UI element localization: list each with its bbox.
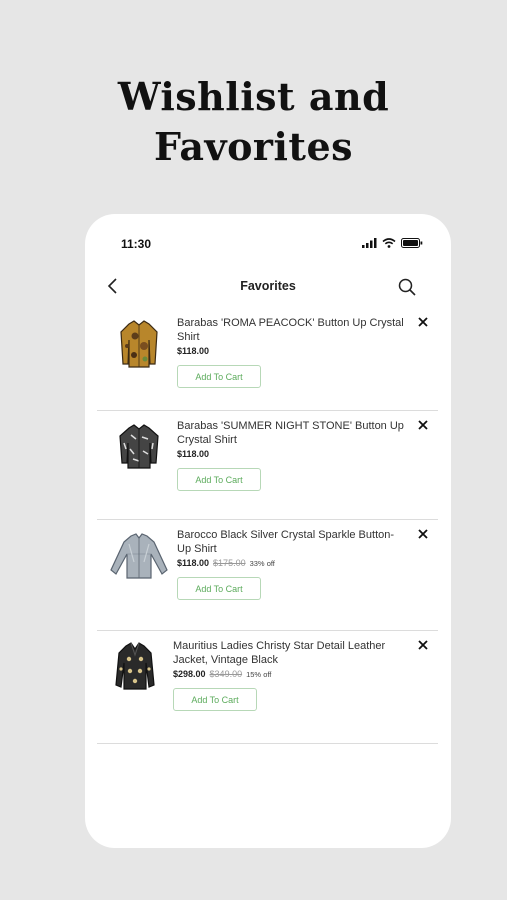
product-price: $118.00 bbox=[177, 346, 210, 356]
add-to-cart-button[interactable]: Add To Cart bbox=[177, 365, 261, 388]
product-image[interactable] bbox=[105, 419, 173, 475]
status-icons bbox=[362, 236, 423, 250]
product-price: $118.00 bbox=[177, 449, 210, 459]
add-to-cart-button[interactable]: Add To Cart bbox=[177, 577, 261, 600]
discount-badge: 33% off bbox=[249, 559, 275, 568]
shirt-image-icon bbox=[110, 533, 168, 579]
search-icon[interactable] bbox=[397, 277, 417, 297]
headline-line-1: Wishlist and bbox=[117, 74, 390, 119]
battery-icon bbox=[401, 238, 423, 248]
jacket-image-icon bbox=[115, 642, 155, 690]
favorite-item: Barabas 'SUMMER NIGHT STONE' Button Up C… bbox=[97, 411, 438, 520]
product-name[interactable]: Barabas 'SUMMER NIGHT STONE' Button Up C… bbox=[177, 419, 407, 447]
original-price: $349.00 bbox=[209, 669, 243, 679]
favorite-item: Barabas 'ROMA PEACOCK' Button Up Crystal… bbox=[97, 308, 438, 411]
cellular-signal-icon bbox=[362, 238, 377, 248]
product-image[interactable] bbox=[105, 528, 173, 584]
favorite-item: Mauritius Ladies Christy Star Detail Lea… bbox=[97, 631, 438, 744]
favorite-item: Barocco Black Silver Crystal Sparkle But… bbox=[97, 520, 438, 631]
remove-icon[interactable] bbox=[416, 527, 430, 541]
top-navigation-bar: Favorites bbox=[85, 274, 451, 300]
product-price: $298.00 bbox=[173, 669, 206, 679]
wifi-icon bbox=[382, 238, 396, 248]
remove-icon[interactable] bbox=[416, 638, 430, 652]
promo-headline: Wishlist and Favorites bbox=[0, 72, 507, 172]
remove-icon[interactable] bbox=[416, 315, 430, 329]
original-price: $175.00 bbox=[213, 558, 246, 568]
product-price: $118.00 bbox=[177, 558, 210, 568]
status-time: 11:30 bbox=[121, 237, 152, 251]
discount-badge: 15% off bbox=[246, 670, 272, 679]
status-bar: 11:30 bbox=[85, 214, 451, 274]
product-name[interactable]: Barabas 'ROMA PEACOCK' Button Up Crystal… bbox=[177, 316, 407, 344]
shirt-image-icon bbox=[119, 424, 159, 469]
shirt-image-icon bbox=[120, 320, 158, 368]
product-name[interactable]: Mauritius Ladies Christy Star Detail Lea… bbox=[173, 639, 403, 667]
product-name[interactable]: Barocco Black Silver Crystal Sparkle But… bbox=[177, 528, 407, 556]
add-to-cart-button[interactable]: Add To Cart bbox=[177, 468, 261, 491]
add-to-cart-button[interactable]: Add To Cart bbox=[173, 688, 257, 711]
product-image[interactable] bbox=[105, 316, 173, 372]
phone-screen: 11:30 Favorites Barabas 'ROMA PEACOCK' B… bbox=[85, 214, 451, 848]
favorites-list: Barabas 'ROMA PEACOCK' Button Up Crystal… bbox=[97, 308, 438, 744]
product-image[interactable] bbox=[101, 639, 169, 695]
remove-icon[interactable] bbox=[416, 418, 430, 432]
headline-line-2: Favorites bbox=[153, 124, 354, 169]
